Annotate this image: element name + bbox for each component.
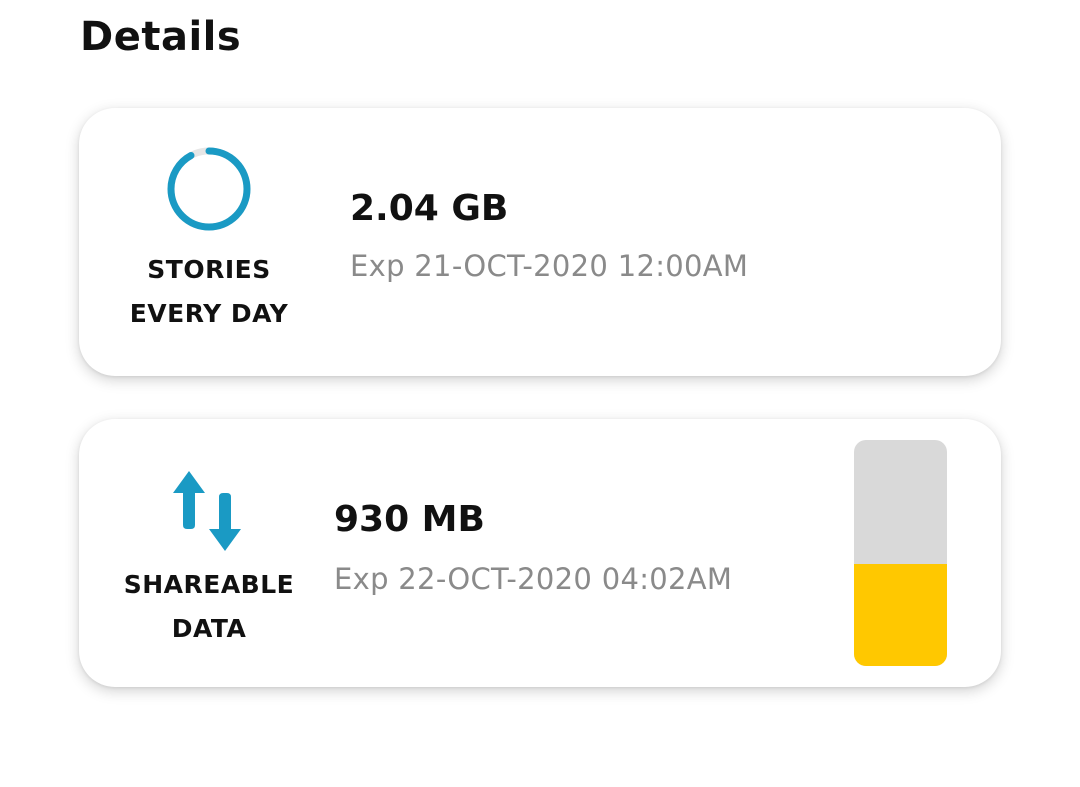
plan-card-stories[interactable]: STORIES EVERY DAY 2.04 GB Exp 21-OCT-202… [79,108,1001,376]
progress-ring-icon [164,144,254,234]
data-amount: 930 MB [334,499,485,540]
data-amount: 2.04 GB [350,188,509,229]
expiry-date: Exp 21-OCT-2020 12:00AM [350,249,749,283]
usage-meter-fill [854,564,947,666]
section-title: Details [80,14,242,60]
plan-label-line2: DATA [171,614,247,643]
up-down-arrows-icon [169,469,249,553]
plan-icon-column: STORIES EVERY DAY [109,144,309,336]
plan-label-line2: EVERY DAY [129,299,289,328]
plan-icon-column: SHAREABLE DATA [107,469,311,651]
plan-label-line1: STORIES [147,255,271,284]
plan-label-line1: SHAREABLE [123,570,295,599]
expiry-date: Exp 22-OCT-2020 04:02AM [334,562,733,596]
usage-meter [854,440,947,666]
plan-card-shareable-data[interactable]: SHAREABLE DATA 930 MB Exp 22-OCT-2020 04… [79,419,1001,687]
